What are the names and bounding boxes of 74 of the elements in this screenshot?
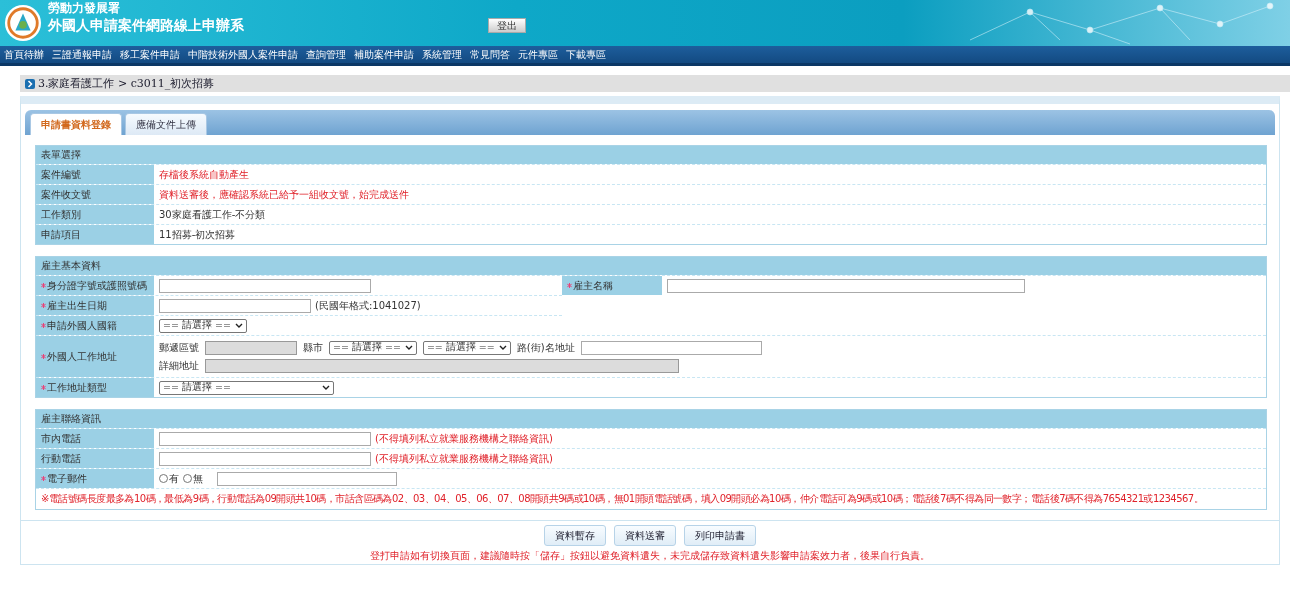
chevron-down-icon	[498, 344, 507, 351]
nav-link[interactable]: 中階技術外國人案件申請	[188, 47, 298, 62]
required-asterisk-icon	[41, 385, 46, 390]
phone-field[interactable]	[159, 451, 371, 466]
required-asterisk-icon	[41, 476, 46, 481]
field-value: 11招募-初次招募	[159, 227, 236, 242]
birth-date-field[interactable]	[159, 298, 311, 313]
field-label: 雇主名稱	[562, 276, 662, 295]
field-label: 案件編號	[36, 165, 154, 184]
chevron-down-icon	[322, 384, 330, 391]
section-title: 表單選擇	[36, 146, 1266, 164]
id-number-field[interactable]	[159, 278, 371, 293]
field-label: 身分證字號或護照號碼	[36, 276, 154, 295]
action-button[interactable]: 列印申請書	[684, 525, 756, 546]
phone-field[interactable]	[159, 431, 371, 446]
required-asterisk-icon	[41, 303, 46, 308]
section-title: 雇主基本資料	[36, 257, 1266, 275]
nav-link[interactable]: 補助案件申請	[354, 47, 414, 62]
field-label: 外國人工作地址	[36, 336, 154, 377]
contact-hint: (不得填列私立就業服務機構之聯絡資訊)	[375, 451, 553, 466]
employer-name-field[interactable]	[667, 278, 1025, 293]
format-hint: (民國年格式:1041027)	[315, 298, 421, 313]
dropdown-select[interactable]: == 請選擇 ==	[422, 340, 511, 355]
chevron-down-icon	[234, 322, 243, 329]
system-title: 外國人申請案件網路線上申辦系	[48, 16, 245, 35]
section-title: 雇主聯絡資訊	[36, 410, 1266, 428]
field-label: 案件收文號	[36, 185, 154, 204]
chevron-down-icon	[404, 344, 413, 351]
email-field[interactable]	[217, 471, 397, 486]
required-asterisk-icon	[41, 283, 46, 288]
radio-option[interactable]: 無	[183, 471, 203, 486]
radio-option[interactable]: 有	[159, 471, 179, 486]
breadcrumb-text: 3.家庭看護工作 > c3011_初次招募	[38, 76, 215, 91]
agency-name: 勞動力發展署	[48, 1, 121, 15]
field-label: 申請項目	[36, 225, 154, 244]
nav-link[interactable]: 下載專區	[566, 47, 606, 62]
required-asterisk-icon	[41, 323, 46, 328]
save-warning-text: 登打申請如有切換頁面，建議隨時按「儲存」按鈕以避免資料遺失，未完成儲存致資料遺失影響申請案效力者，後果自行負責。	[370, 549, 930, 562]
field-label: 市內電話	[36, 429, 154, 448]
nav-link[interactable]: 系統管理	[422, 47, 462, 62]
field-label: 路(街)名地址	[516, 340, 575, 355]
arrow-right-icon	[25, 78, 35, 89]
dropdown-select[interactable]: == 請選擇 ==	[159, 318, 247, 333]
tab[interactable]: 應備文件上傳	[125, 113, 207, 135]
dropdown-select[interactable]: == 請選擇 ==	[329, 340, 417, 355]
dropdown-select[interactable]: == 請選擇 ==	[159, 380, 334, 395]
required-asterisk-icon	[567, 283, 572, 288]
field-label: 行動電話	[36, 449, 154, 468]
nav-link[interactable]: 三證通報申請	[52, 47, 112, 62]
action-button[interactable]: 資料送審	[614, 525, 676, 546]
field-label: 工作類別	[36, 205, 154, 224]
contact-hint: (不得填列私立就業服務機構之聯絡資訊)	[375, 431, 553, 446]
nav-link[interactable]: 首頁待辦	[4, 47, 44, 62]
field-label: 申請外國人國籍	[36, 316, 154, 335]
nav-link[interactable]: 移工案件申請	[120, 47, 180, 62]
field-value: 30家庭看護工作-不分類	[159, 207, 266, 222]
required-asterisk-icon	[41, 354, 46, 359]
tab[interactable]: 申請書資料登錄	[30, 113, 122, 135]
nav-link[interactable]: 元件專區	[518, 47, 558, 62]
field-label: 詳細地址	[159, 358, 199, 373]
field-label: 縣市	[303, 340, 323, 355]
action-button[interactable]: 資料暫存	[544, 525, 606, 546]
logout-button[interactable]: 登出	[488, 17, 526, 33]
agency-logo-icon	[4, 4, 42, 42]
street-address-field[interactable]	[580, 340, 762, 355]
field-label: 雇主出生日期	[36, 296, 154, 315]
field-label: 工作地址類型	[36, 378, 154, 397]
nav-link[interactable]: 查詢管理	[306, 47, 346, 62]
field-value: 存檔後系統自動產生	[159, 167, 249, 182]
field-label: 郵遞區號	[159, 340, 199, 355]
field-label: 電子郵件	[36, 469, 154, 488]
field-value: 資料送審後，應確認系統已給予一組收文號，始完成送件	[159, 187, 409, 202]
nav-link[interactable]: 常見問答	[470, 47, 510, 62]
phone-rules-note: ※電話號碼長度最多為10碼，最低為9碼，行動電話為09開頭共10碼，市話含區碼為02、03、04、05、06、07、08開頭共9碼或10碼，無01開頭電話號碼，填入09開頭必為10碼，仲介電話可為9碼或10碼；電話後7碼不得為同一數字；電話後7碼不得為7654321或1234567。	[36, 488, 1266, 509]
